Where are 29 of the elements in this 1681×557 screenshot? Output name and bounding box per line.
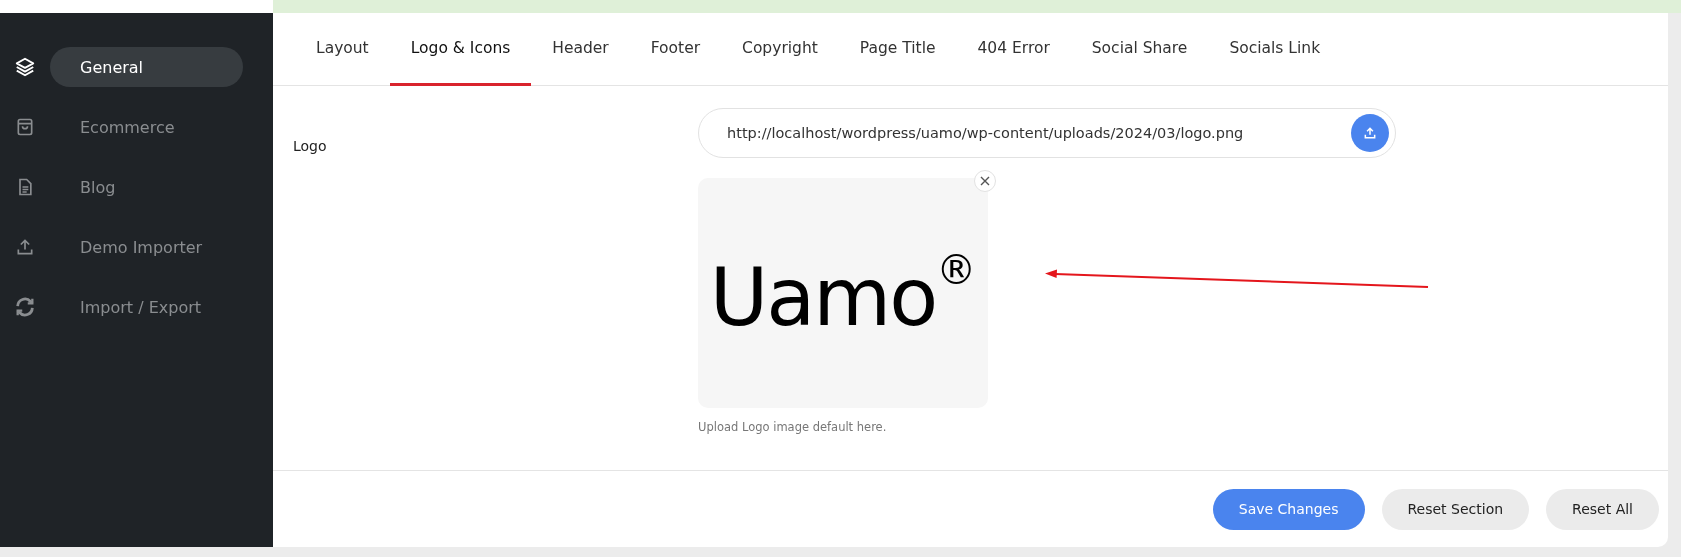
reset-button[interactable]: Reset All: [1546, 488, 1659, 530]
remove-button[interactable]: [974, 170, 996, 192]
sidebar-item[interactable]: Import / Export: [50, 287, 243, 327]
tab[interactable]: Copyright: [721, 13, 839, 86]
help-text: Upload Logo image default here.: [698, 420, 888, 434]
tab[interactable]: Social Share: [1070, 13, 1209, 86]
logo-text: Uamo$^{®}$: [709, 246, 977, 346]
bag-icon: [15, 117, 35, 137]
sidebar-item[interactable]: Ecommerce: [50, 107, 243, 147]
tab[interactable]: Page Title: [838, 13, 957, 86]
close-icon: [980, 176, 990, 186]
sidebar-item[interactable]: Blog: [50, 167, 243, 207]
save-button[interactable]: Save Changes: [1212, 488, 1365, 530]
sidebar-item[interactable]: Demo Importer: [50, 227, 243, 267]
reset-button[interactable]: Reset Section: [1381, 488, 1530, 530]
sidebar-item[interactable]: General: [50, 47, 243, 87]
tab[interactable]: Header: [531, 13, 630, 86]
url-field[interactable]: http://localhost/wordpress/uamo/wp-content/uploads/2024/03/logo.png: [698, 108, 1396, 158]
upload-icon: [1363, 126, 1377, 140]
layers-icon: [14, 56, 36, 78]
tab[interactable]: Logo & Icons: [389, 13, 532, 86]
field-label: Logo: [293, 137, 328, 156]
tab[interactable]: 404 Error: [956, 13, 1071, 86]
upload-icon: [15, 237, 35, 257]
tab[interactable]: Footer: [629, 13, 722, 86]
refresh-icon: [14, 296, 36, 318]
upload-button[interactable]: [1351, 114, 1389, 152]
tab[interactable]: Layout: [295, 13, 390, 86]
tab[interactable]: Socials Link: [1208, 13, 1342, 86]
